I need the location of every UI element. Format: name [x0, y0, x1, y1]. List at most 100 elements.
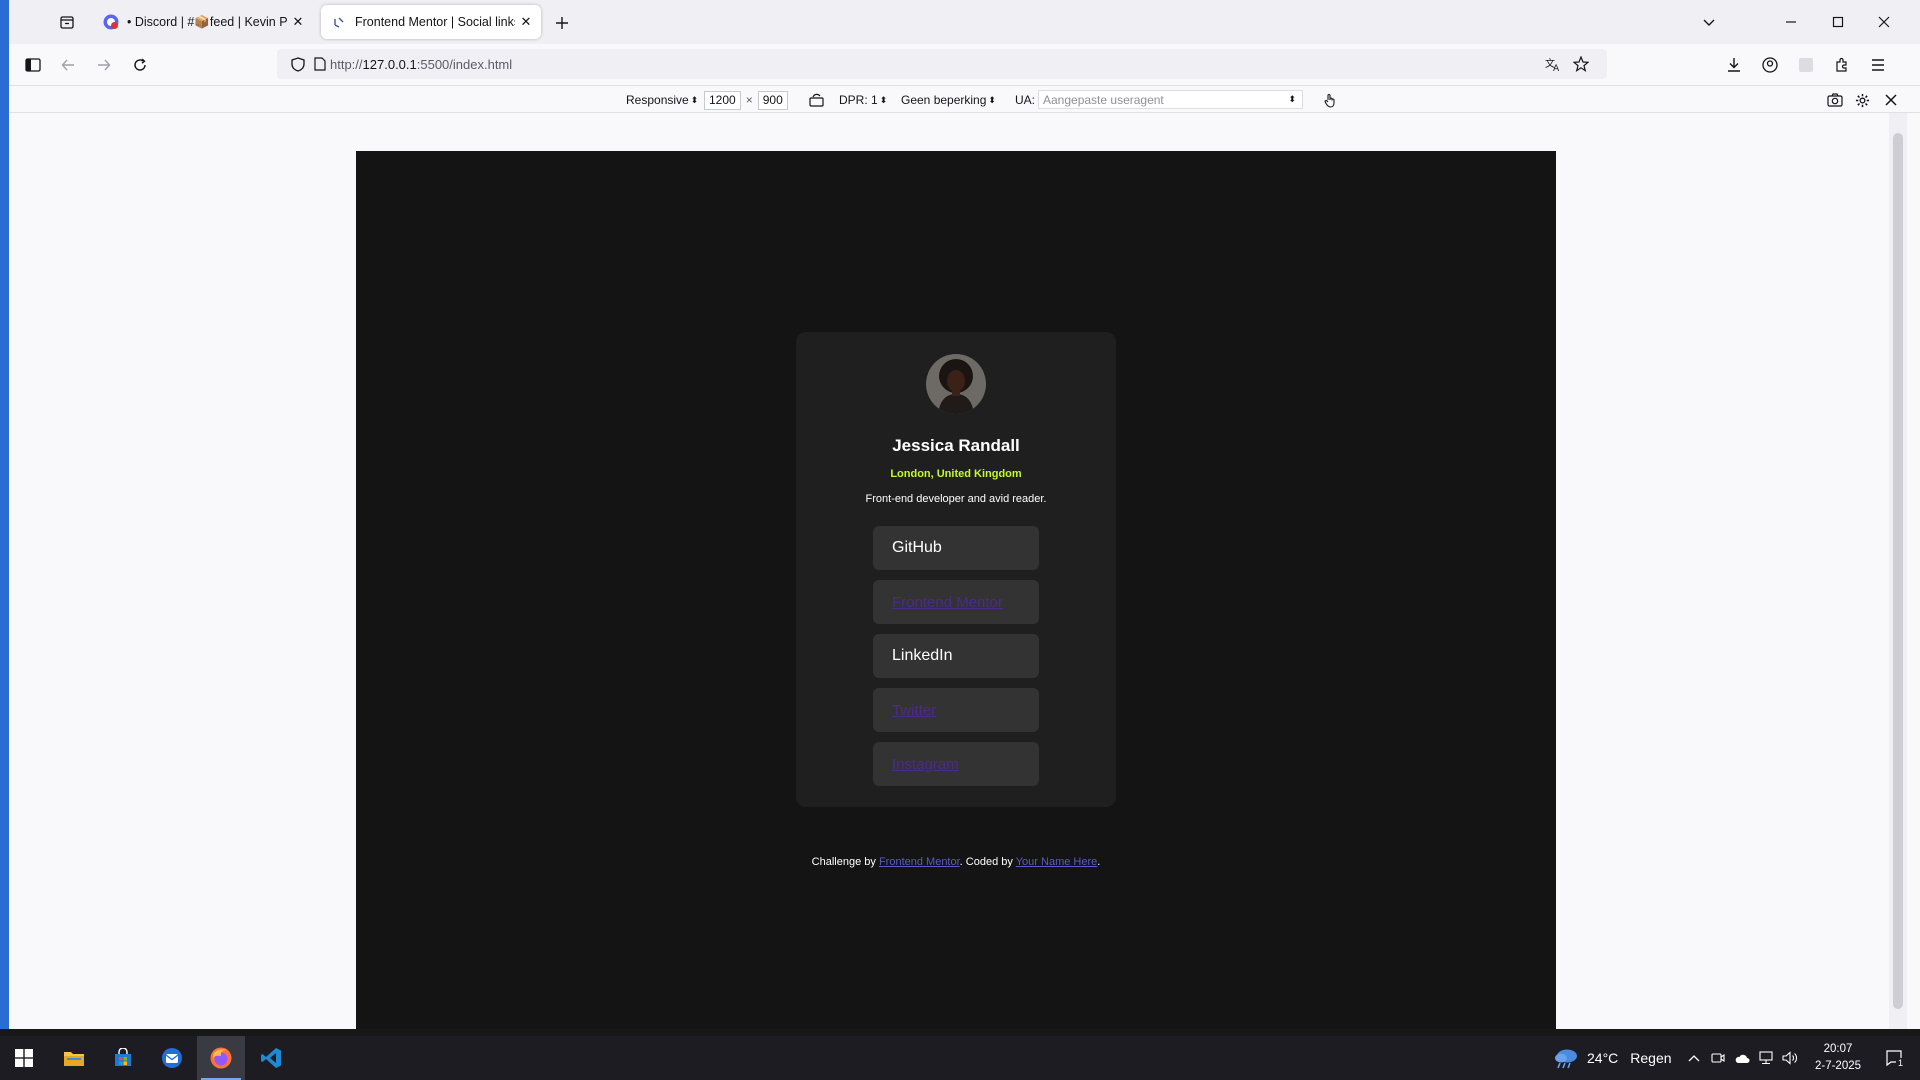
show-hidden-icons-button[interactable]	[1680, 1036, 1708, 1080]
touch-simulation-button[interactable]	[1323, 91, 1337, 109]
taskbar-clock[interactable]: 20:07 2-7-2025	[1808, 1041, 1868, 1075]
extension-button[interactable]	[1792, 52, 1820, 78]
notification-center-button[interactable]: 1	[1874, 1036, 1914, 1080]
url-bar[interactable]: http://127.0.0.1:5500/index.html 文A	[277, 49, 1607, 79]
account-button[interactable]	[1756, 52, 1784, 78]
profile-name: Jessica Randall	[892, 436, 1020, 455]
arrow-right-icon	[98, 59, 111, 71]
ua-label: UA:	[1015, 91, 1035, 109]
url-rest: :5500/index.html	[416, 57, 513, 72]
reload-button[interactable]	[126, 52, 154, 78]
frontend-mentor-link[interactable]: Frontend Mentor	[873, 580, 1039, 624]
attribution-footer: Challenge by Frontend Mentor. Coded by Y…	[356, 856, 1556, 868]
taskbar-vscode[interactable]	[247, 1036, 295, 1080]
tray-volume[interactable]	[1778, 1036, 1802, 1080]
rotate-viewport-icon	[809, 93, 824, 107]
start-button[interactable]	[0, 1036, 48, 1080]
maximize-icon	[1832, 16, 1844, 28]
footer-frontend-mentor-link[interactable]: Frontend Mentor	[879, 856, 960, 868]
maximize-button[interactable]	[1820, 8, 1856, 36]
firefox-view-button[interactable]	[54, 10, 80, 34]
page-icon[interactable]	[314, 57, 326, 71]
rdm-settings-button[interactable]	[1855, 91, 1870, 109]
vertical-scrollbar[interactable]	[1889, 113, 1907, 1036]
user-agent-input[interactable]: Aangepaste useragent ⬍	[1038, 90, 1303, 109]
taskbar-firefox[interactable]	[197, 1036, 245, 1080]
tray-onedrive[interactable]	[1730, 1036, 1754, 1080]
touch-hand-icon	[1324, 93, 1335, 108]
user-agent-label: UA:	[1015, 93, 1036, 107]
scrollbar-thumb[interactable]	[1893, 133, 1903, 1009]
camera-tray-icon	[1711, 1053, 1725, 1063]
notification-badge: 1	[1896, 1058, 1906, 1068]
clock-time: 20:07	[1823, 1043, 1853, 1055]
list-all-tabs-button[interactable]	[1691, 8, 1727, 36]
network-throttle-selector[interactable]: Geen beperking ⬍	[901, 91, 996, 109]
folder-icon	[64, 1052, 84, 1066]
close-rdm-button[interactable]	[1885, 91, 1897, 109]
taskbar-file-explorer[interactable]	[50, 1036, 98, 1080]
url-prefix: http://	[330, 57, 363, 72]
tab-frontend-mentor[interactable]: Frontend Mentor | Social links p ✕	[321, 5, 541, 39]
url-text[interactable]: http://127.0.0.1:5500/index.html	[330, 57, 512, 72]
close-icon	[1878, 16, 1890, 28]
user-agent-placeholder: Aangepaste useragent	[1043, 92, 1164, 107]
tab-discord[interactable]: • Discord | #📦feed | Kevin Pow ✕	[93, 5, 313, 39]
account-icon	[1762, 57, 1778, 73]
extensions-button[interactable]	[1828, 52, 1856, 78]
taskbar-thunderbird[interactable]	[148, 1036, 196, 1080]
device-selector-label: Responsive	[626, 93, 689, 107]
close-tab-icon[interactable]: ✕	[515, 11, 537, 33]
bookmark-star-icon[interactable]	[1573, 56, 1589, 72]
device-selector[interactable]: Responsive ⬍	[626, 91, 698, 109]
dimension-separator: ×	[745, 93, 753, 107]
new-tab-button[interactable]	[548, 10, 576, 36]
chevron-down-icon	[1703, 19, 1715, 26]
shield-icon[interactable]	[291, 57, 305, 72]
footer-middle: . Coded by	[959, 856, 1016, 868]
downloads-button[interactable]	[1720, 52, 1748, 78]
menu-button[interactable]	[1864, 52, 1892, 78]
back-button[interactable]	[54, 52, 82, 78]
windows-logo-icon	[15, 1049, 33, 1067]
network-icon	[1759, 1051, 1773, 1065]
firefox-icon	[210, 1047, 232, 1069]
viewport-height-input[interactable]: 900	[757, 90, 788, 110]
tab-label: Frontend Mentor | Social links p	[355, 15, 515, 29]
firefox-view-icon	[60, 16, 74, 29]
footer-author-link[interactable]: Your Name Here	[1016, 856, 1098, 868]
screenshot-button[interactable]	[1827, 91, 1843, 109]
navigation-toolbar: http://127.0.0.1:5500/index.html 文A	[9, 44, 1920, 86]
rotate-button[interactable]	[809, 91, 824, 109]
clock-date: 2-7-2025	[1814, 1060, 1862, 1072]
responsive-design-toolbar: Responsive ⬍ 1200 × 900 DPR: 1 ⬍ Geen be…	[9, 86, 1920, 113]
forward-button[interactable]	[90, 52, 118, 78]
close-tab-icon[interactable]: ✕	[287, 11, 309, 33]
select-arrows-icon: ⬍	[1288, 94, 1296, 104]
instagram-link[interactable]: Instagram	[873, 742, 1039, 786]
close-window-button[interactable]	[1866, 8, 1902, 36]
dpr-selector[interactable]: DPR: 1 ⬍	[839, 91, 887, 109]
tray-meet-now[interactable]	[1706, 1036, 1730, 1080]
footer-suffix: .	[1097, 856, 1101, 868]
gear-icon	[1855, 93, 1870, 107]
cloud-icon	[1735, 1054, 1750, 1063]
discord-favicon-icon	[103, 14, 119, 30]
taskbar-store[interactable]	[99, 1036, 147, 1080]
twitter-link[interactable]: Twitter	[873, 688, 1039, 732]
minimize-button[interactable]	[1773, 8, 1809, 36]
avatar	[926, 354, 986, 414]
linkedin-link[interactable]: LinkedIn	[873, 634, 1039, 678]
footer-prefix: Challenge by	[811, 856, 879, 868]
viewport-width-input[interactable]: 1200	[704, 90, 741, 110]
github-link[interactable]: GitHub	[873, 526, 1039, 570]
puzzle-icon	[1836, 57, 1847, 72]
frontend-mentor-favicon-icon	[334, 17, 344, 28]
weather-widget[interactable]: 24°C Regen	[1553, 1036, 1672, 1080]
tray-network[interactable]	[1754, 1036, 1778, 1080]
profile-bio: Front-end developer and avid reader.	[865, 493, 1047, 505]
select-arrows-icon: ⬍	[988, 94, 996, 105]
profile-card: Jessica Randall London, United Kingdom F…	[796, 332, 1116, 807]
translate-icon[interactable]: 文A	[1545, 56, 1561, 72]
sidebar-button[interactable]	[19, 52, 47, 78]
